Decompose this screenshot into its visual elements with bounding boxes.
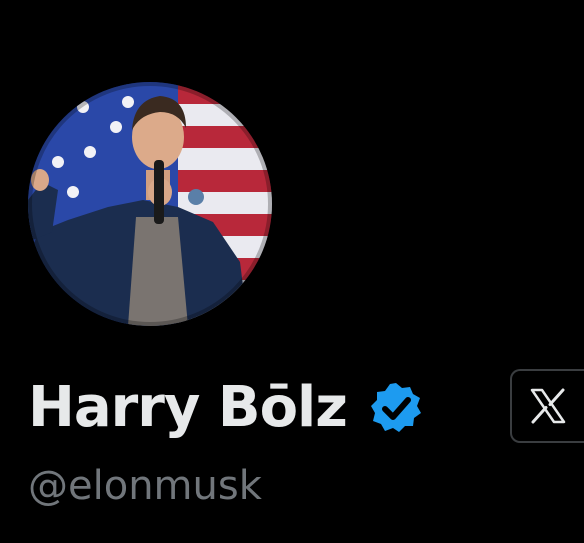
x-logo-icon — [530, 388, 566, 424]
avatar-image — [28, 82, 272, 326]
profile-avatar[interactable] — [28, 82, 272, 326]
x-logo-button[interactable] — [510, 369, 584, 443]
name-row: Harry Bōlz — [28, 366, 423, 450]
profile-header: Harry Bōlz @elonmusk — [0, 0, 584, 543]
display-name: Harry Bōlz — [28, 375, 348, 440]
user-handle: @elonmusk — [28, 463, 262, 509]
verified-badge-icon[interactable] — [369, 381, 423, 435]
